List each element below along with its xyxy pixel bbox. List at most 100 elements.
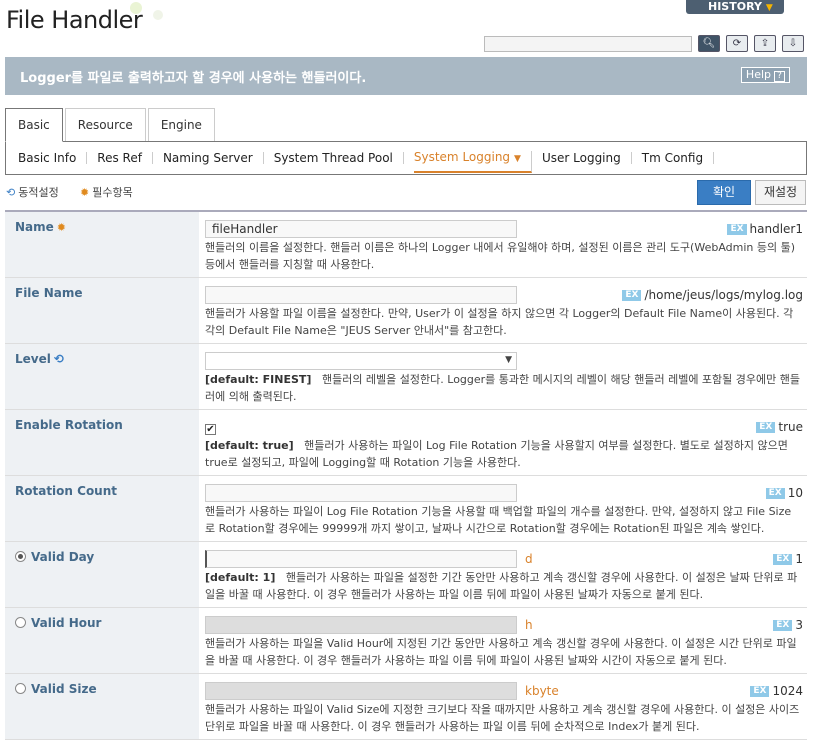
default-value: [default: FINEST]	[205, 373, 312, 386]
unit-label: kbyte	[525, 684, 559, 698]
xml-import-icon[interactable]: ⇩	[782, 35, 804, 52]
example: EX true	[756, 420, 803, 434]
subnav-naming-server[interactable]: Naming Server	[163, 152, 264, 164]
field-description: [default: true] 핸들러가 사용하는 파일이 Log File R…	[205, 437, 801, 471]
subnav-basic-info[interactable]: Basic Info	[18, 152, 88, 164]
banner-text: Logger를 파일로 출력하고자 할 경우에 사용하는 핸들러이다.	[20, 71, 367, 86]
row-valid-day: Valid Day d EX 1 [default: 1] 핸들러가 사용하는 파…	[5, 542, 807, 608]
reset-button[interactable]: 재설정	[755, 180, 806, 205]
example: EX 1	[773, 552, 803, 566]
example-value: 10	[787, 486, 803, 500]
row-content: EX 10 핸들러가 사용하는 파일이 Log File Rotation 기능을…	[199, 476, 807, 541]
search-icon[interactable]: 🔍︎	[698, 35, 720, 52]
row-content: fileHandler EX handler1 핸들러의 이름을 설정한다. 핸들…	[199, 212, 807, 277]
row-label: Valid Hour	[5, 608, 199, 673]
valid-size-input[interactable]	[205, 682, 517, 700]
history-button[interactable]: HISTORY ▼	[686, 0, 784, 14]
valid-day-input[interactable]	[205, 550, 517, 568]
legend-dynamic-label: 동적설정	[18, 186, 59, 199]
description-banner: Logger를 파일로 출력하고자 할 경우에 사용하는 핸들러이다. Help…	[5, 57, 807, 95]
tab-resource[interactable]: Resource	[64, 108, 146, 141]
default-value: [default: 1]	[205, 571, 276, 584]
sync-icon: ⟲	[6, 185, 16, 199]
valid-day-label: Valid Day	[31, 550, 95, 564]
example: EX 1024	[750, 684, 803, 698]
confirm-button[interactable]: 확인	[697, 180, 751, 205]
valid-day-radio[interactable]	[15, 551, 26, 562]
ex-badge: EX	[727, 223, 747, 235]
row-label: File Name	[5, 278, 199, 343]
level-select[interactable]: ▼	[205, 352, 517, 370]
subnav-res-ref[interactable]: Res Ref	[97, 152, 153, 164]
required-icon: ✹	[80, 185, 90, 199]
file-name-input[interactable]	[205, 286, 517, 304]
valid-hour-input[interactable]	[205, 616, 517, 634]
row-label: Enable Rotation	[5, 410, 199, 475]
level-label: Level	[15, 352, 51, 366]
question-icon: ?	[774, 71, 785, 82]
decoration-circle	[153, 10, 163, 20]
decoration-circle	[130, 2, 142, 14]
example-value: true	[778, 420, 803, 434]
row-valid-size: Valid Size kbyte EX 1024 핸들러가 사용하는 파일이 Va…	[5, 674, 807, 740]
ex-badge: EX	[773, 553, 793, 565]
field-description: 핸들러의 이름을 설정한다. 핸들러 이름은 하나의 Logger 내에서 유일…	[205, 241, 796, 271]
valid-size-label: Valid Size	[31, 682, 97, 696]
example-value: 3	[795, 618, 803, 632]
field-description: 핸들러가 사용하는 파일이 Log File Rotation 기능을 사용할 …	[205, 505, 792, 535]
history-label: HISTORY	[708, 0, 762, 13]
ex-badge: EX	[756, 421, 776, 433]
search-input[interactable]	[484, 36, 692, 52]
subnav-system-logging-label: System Logging	[413, 150, 511, 164]
xml-export-icon[interactable]: ⇪	[754, 35, 776, 52]
row-content: kbyte EX 1024 핸들러가 사용하는 파일이 Valid Size에 지…	[199, 674, 807, 739]
dropdown-arrow-icon: ▼	[505, 355, 512, 365]
field-description: [default: 1] 핸들러가 사용하는 파일을 설정한 기간 동안만 사용…	[205, 569, 801, 603]
description-text: 핸들러가 사용하는 파일을 설정한 기간 동안만 사용하고 계속 갱신할 경우에…	[205, 571, 798, 601]
example-value: 1	[795, 552, 803, 566]
sub-navigation: Basic Info Res Ref Naming Server System …	[5, 141, 807, 175]
subnav-user-logging[interactable]: User Logging	[542, 152, 632, 164]
row-content: ▼ [default: FINEST] 핸들러의 레벨을 설정한다. Logge…	[199, 344, 807, 409]
valid-hour-label: Valid Hour	[31, 616, 102, 630]
subnav-tm-config[interactable]: Tm Config	[642, 152, 715, 164]
help-button[interactable]: Help?	[740, 67, 790, 83]
ex-badge: EX	[622, 289, 642, 301]
example-value: /home/jeus/logs/mylog.log	[644, 288, 803, 302]
row-rotation-count: Rotation Count EX 10 핸들러가 사용하는 파일이 Log Fi…	[5, 476, 807, 542]
unit-label: d	[525, 552, 533, 566]
name-input[interactable]: fileHandler	[205, 220, 517, 238]
field-description: 핸들러가 사용할 파일 이름을 설정한다. 만약, User가 이 설정을 하지…	[205, 307, 794, 337]
example: EX handler1	[727, 222, 803, 236]
rotation-count-input[interactable]	[205, 484, 517, 502]
row-level: Level ⟲ ▼ [default: FINEST] 핸들러의 레벨을 설정한다…	[5, 344, 807, 410]
ex-badge: EX	[773, 619, 793, 631]
enable-rotation-checkbox[interactable]: ✔	[205, 424, 216, 435]
subnav-system-logging[interactable]: System Logging ▼	[413, 150, 532, 173]
row-label: Rotation Count	[5, 476, 199, 541]
subnav-system-thread-pool[interactable]: System Thread Pool	[274, 152, 404, 164]
row-content: EX/home/jeus/logs/mylog.log 핸들러가 사용할 파일 …	[199, 278, 807, 343]
field-description: [default: FINEST] 핸들러의 레벨을 설정한다. Logger를…	[205, 371, 801, 405]
chevron-down-icon: ▼	[765, 3, 773, 13]
row-label: Valid Size	[5, 674, 199, 739]
refresh-icon[interactable]: ⟳	[726, 35, 748, 52]
required-icon: ✹	[56, 221, 67, 234]
example-value: handler1	[749, 222, 803, 236]
row-label: Name ✹	[5, 212, 199, 277]
unit-label: h	[525, 618, 533, 632]
valid-hour-radio[interactable]	[15, 617, 26, 628]
valid-size-radio[interactable]	[15, 683, 26, 694]
page-title: File Handler	[6, 6, 143, 34]
tab-basic[interactable]: Basic	[5, 108, 63, 142]
ex-badge: EX	[765, 487, 785, 499]
row-file-name: File Name EX/home/jeus/logs/mylog.log 핸들…	[5, 278, 807, 344]
field-description: 핸들러가 사용하는 파일을 Valid Hour에 지정된 기간 동안만 사용하…	[205, 637, 797, 667]
caret-down-icon: ▼	[514, 154, 521, 164]
row-enable-rotation: Enable Rotation ✔ EX true [default: true]…	[5, 410, 807, 476]
sync-icon: ⟲	[53, 352, 64, 366]
default-value: [default: true]	[205, 439, 294, 452]
tab-engine[interactable]: Engine	[147, 108, 215, 141]
example: EX/home/jeus/logs/mylog.log	[622, 288, 803, 302]
example: EX 10	[765, 486, 803, 500]
